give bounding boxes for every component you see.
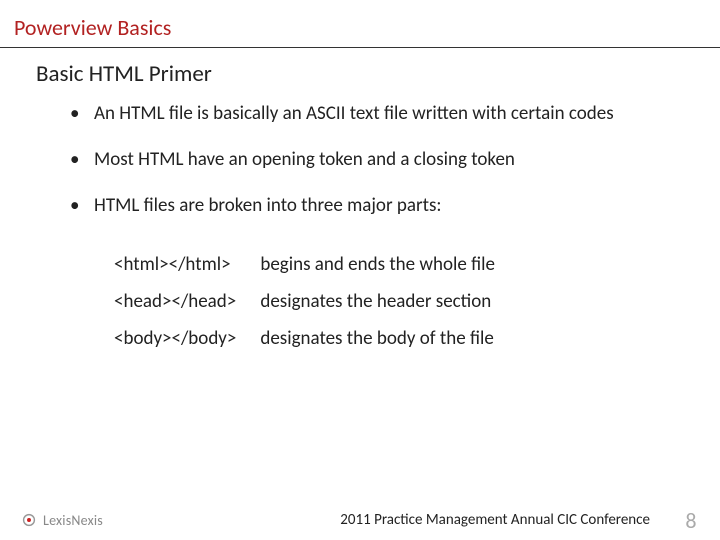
desc-cell: designates the body of the file: [260, 327, 495, 350]
tag-cell: <head></head>: [114, 290, 260, 313]
desc-cell: begins and ends the whole file: [260, 253, 495, 276]
slide-subtitle: Basic HTML Primer: [0, 48, 720, 102]
page-number: 8: [680, 507, 720, 534]
list-item: HTML files are broken into three major p…: [70, 194, 670, 218]
logo-text: LexisNexis: [43, 512, 103, 529]
tag-cell: <body></body>: [114, 327, 260, 350]
logo: LexisNexis: [20, 511, 103, 529]
bullet-list: An HTML file is basically an ASCII text …: [0, 102, 720, 217]
footer-conference: 2011 Practice Management Annual CIC Conf…: [103, 511, 680, 529]
footer: LexisNexis 2011 Practice Management Annu…: [0, 500, 720, 540]
desc-cell: designates the header section: [260, 290, 495, 313]
logo-icon: [20, 511, 38, 529]
tag-table: <html></html> begins and ends the whole …: [114, 239, 495, 364]
tag-cell: <html></html>: [114, 253, 260, 276]
list-item: Most HTML have an opening token and a cl…: [70, 148, 670, 172]
table-row: <html></html> begins and ends the whole …: [114, 253, 495, 276]
list-item: An HTML file is basically an ASCII text …: [70, 102, 670, 126]
table-row: <body></body> designates the body of the…: [114, 327, 495, 350]
table-row: <head></head> designates the header sect…: [114, 290, 495, 313]
page-title: Powerview Basics: [0, 0, 720, 47]
